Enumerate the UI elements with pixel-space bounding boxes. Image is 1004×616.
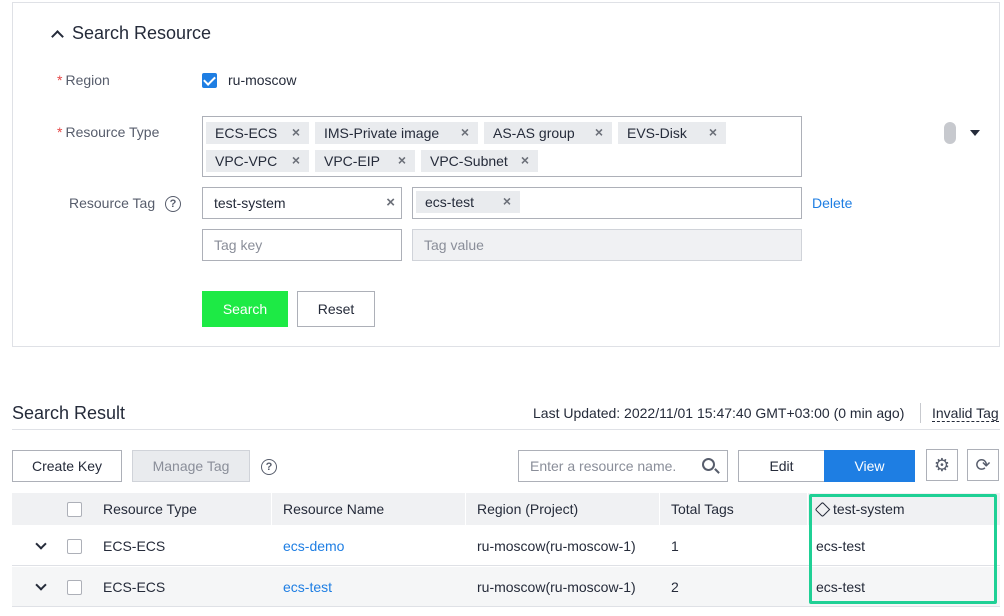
search-icon[interactable] (702, 458, 715, 471)
view-button[interactable]: View (824, 450, 915, 482)
help-icon[interactable]: ? (165, 196, 181, 212)
resource-type-chip: VPC-Subnet × (421, 150, 538, 172)
remove-chip-icon[interactable]: × (292, 152, 300, 168)
refresh-button[interactable]: ⟳ (967, 449, 999, 481)
cell-total-tags: 2 (671, 579, 679, 595)
resource-type-chip: ECS-ECS × (206, 122, 309, 144)
chevron-up-icon (51, 29, 64, 43)
row-checkbox[interactable] (67, 539, 82, 554)
search-result-title: Search Result (12, 403, 126, 423)
row-checkbox[interactable] (67, 580, 82, 595)
tag-value-chip: ecs-test × (416, 191, 520, 213)
column-header-resource-type: Resource Type (103, 501, 197, 517)
required-mark: * (57, 72, 63, 88)
delete-tag-link[interactable]: Delete (812, 195, 852, 211)
resource-type-chip: IMS-Private image × (315, 122, 478, 144)
search-button[interactable]: Search (202, 291, 288, 327)
remove-chip-icon[interactable]: × (503, 193, 511, 209)
dropdown-caret-icon[interactable] (970, 130, 980, 136)
gear-icon: ⚙ (933, 454, 951, 475)
region-checkbox[interactable] (202, 73, 217, 88)
search-resource-toggle[interactable]: Search Resource (51, 23, 212, 44)
region-label: * Region (57, 72, 110, 88)
cell-region: ru-moscow(ru-moscow-1) (477, 579, 636, 595)
remove-chip-icon[interactable]: × (461, 124, 469, 140)
settings-button[interactable]: ⚙ (926, 449, 958, 481)
refresh-icon: ⟳ (975, 454, 991, 475)
clear-icon[interactable]: × (386, 194, 395, 211)
create-key-button[interactable]: Create Key (12, 450, 122, 482)
column-header-total-tags: Total Tags (671, 501, 734, 517)
remove-chip-icon[interactable]: × (595, 124, 603, 140)
tag-value-input[interactable]: ecs-test × (412, 187, 802, 219)
new-tag-value-input: Tag value (412, 229, 802, 261)
region-value: ru-moscow (228, 72, 297, 88)
resource-type-chip: VPC-VPC × (206, 150, 309, 172)
remove-chip-icon[interactable]: × (292, 124, 300, 140)
edit-button[interactable]: Edit (738, 450, 825, 482)
divider (920, 403, 921, 423)
resource-type-chip: EVS-Disk × (618, 122, 726, 144)
column-header-region: Region (Project) (477, 501, 579, 517)
search-resource-panel: Search Resource * Region ru-moscow * Resou… (12, 2, 1000, 347)
last-updated-text: Last Updated: 2022/11/01 15:47:40 GMT+03… (533, 405, 905, 421)
cell-resource-name-link[interactable]: ecs-test (283, 567, 332, 607)
reset-button[interactable]: Reset (297, 291, 375, 327)
cell-resource-type: ECS-ECS (103, 579, 166, 595)
cell-resource-name-link[interactable]: ecs-demo (283, 526, 344, 566)
column-header-resource-name: Resource Name (283, 501, 385, 517)
new-tag-key-input[interactable]: Tag key (202, 229, 402, 261)
chevron-down-icon[interactable] (35, 538, 47, 550)
invalid-tag-link[interactable]: Invalid Tag (932, 405, 999, 422)
tag-column-highlight (809, 494, 997, 604)
chevron-down-icon[interactable] (35, 579, 47, 591)
tag-key-input[interactable]: test-system × (202, 187, 402, 219)
cell-total-tags: 1 (671, 538, 679, 554)
resource-type-label: * Resource Type (57, 124, 160, 140)
remove-chip-icon[interactable]: × (521, 152, 529, 168)
help-icon[interactable]: ? (261, 459, 277, 475)
cell-region: ru-moscow(ru-moscow-1) (477, 538, 636, 554)
resource-tag-label: Resource Tag (69, 195, 156, 211)
resource-name-search-input[interactable]: Enter a resource name. (518, 450, 728, 482)
manage-tag-button: Manage Tag (132, 450, 250, 482)
search-resource-title: Search Resource (72, 23, 212, 43)
required-mark: * (57, 124, 63, 140)
resource-type-chip: VPC-EIP × (315, 150, 415, 172)
cell-resource-type: ECS-ECS (103, 538, 166, 554)
remove-chip-icon[interactable]: × (398, 152, 406, 168)
resource-type-select[interactable]: ECS-ECS × IMS-Private image × AS-AS group ×… (202, 116, 980, 177)
select-all-checkbox[interactable] (67, 502, 82, 517)
remove-chip-icon[interactable]: × (709, 124, 717, 140)
scrollbar-thumb[interactable] (944, 122, 956, 144)
divider (12, 429, 1000, 430)
resource-type-chip: AS-AS group × (484, 122, 612, 144)
